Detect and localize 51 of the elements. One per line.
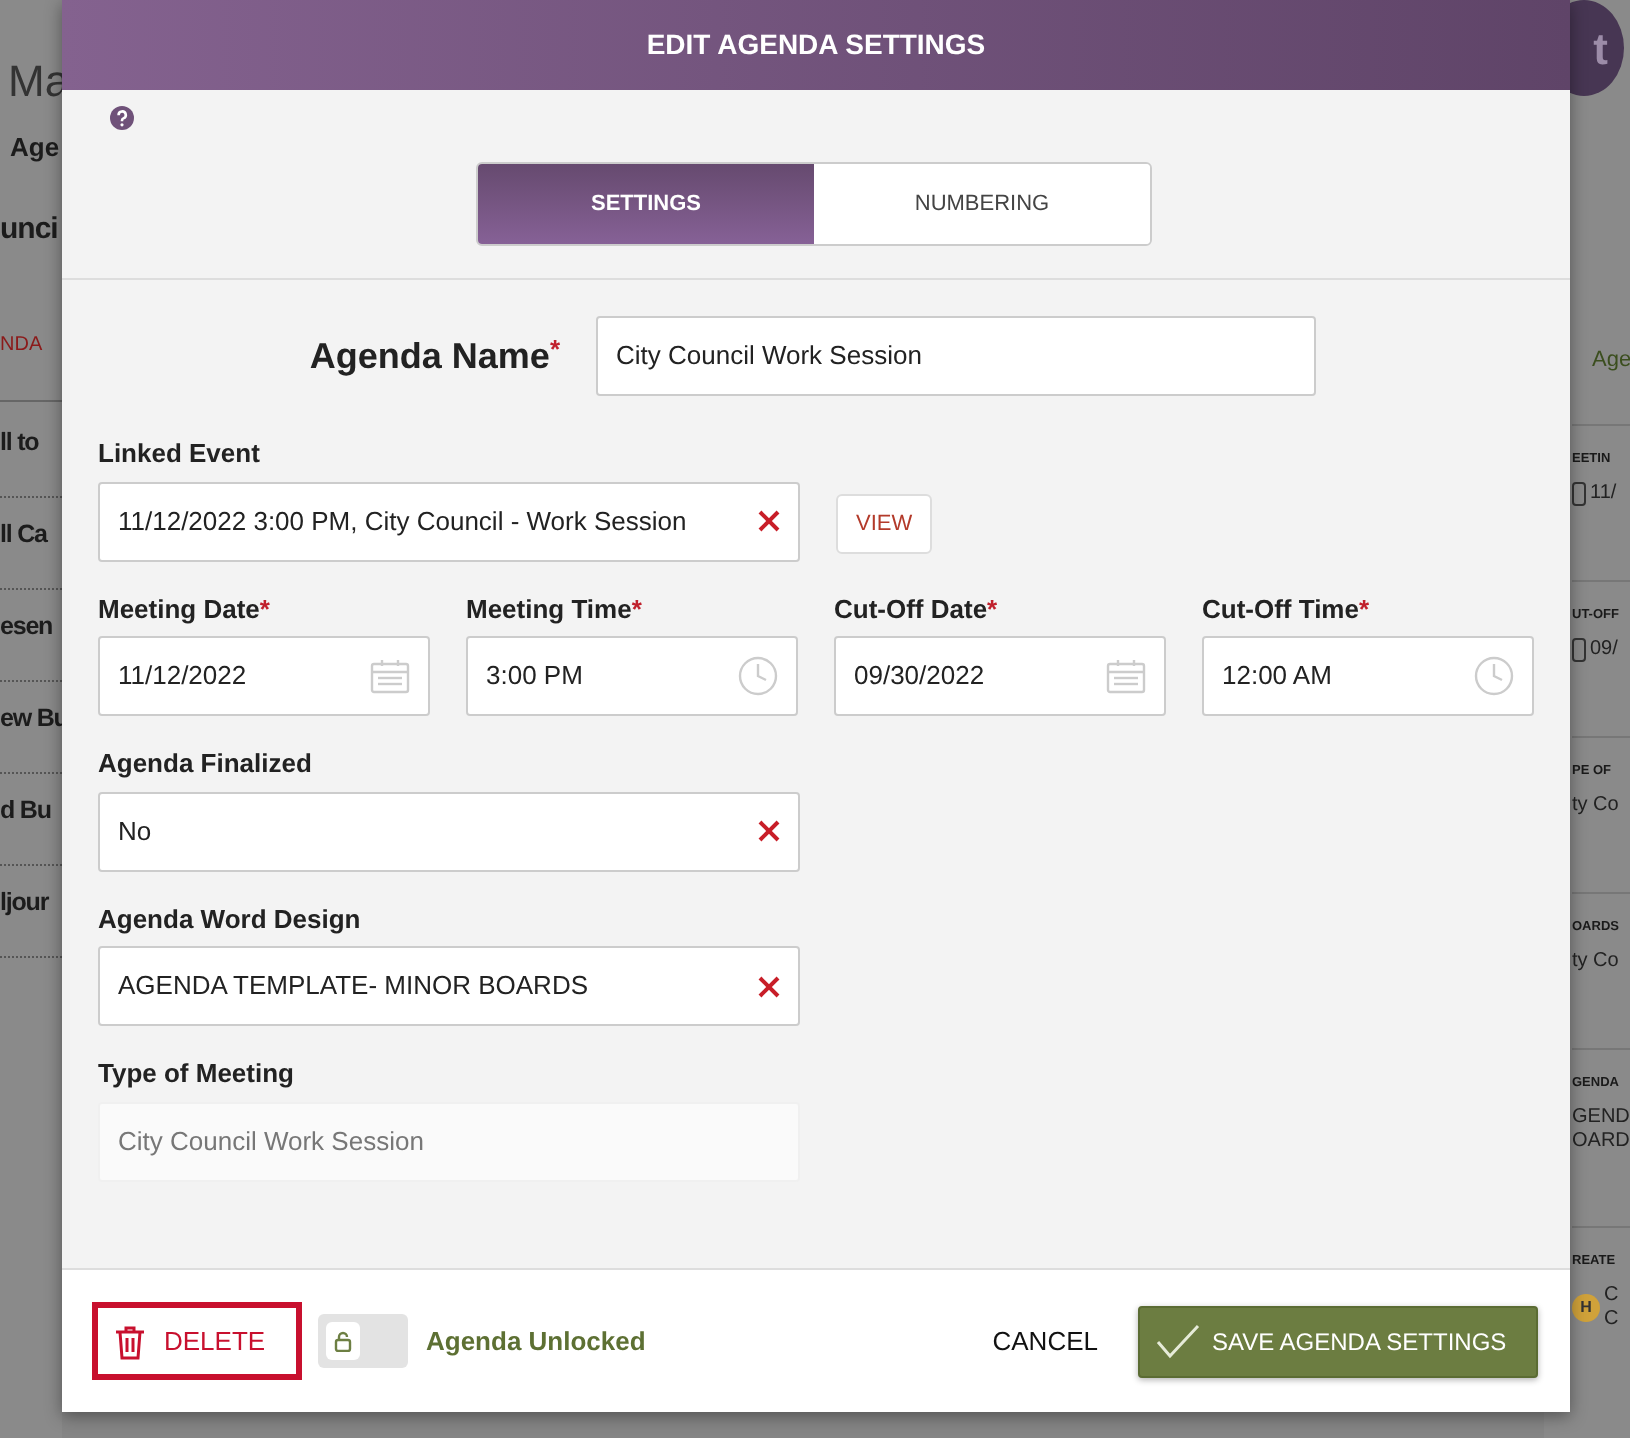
field-label: Meeting Date*: [98, 591, 272, 628]
help-icon: [110, 106, 134, 130]
section-value: ty Co: [1572, 949, 1619, 974]
select-field[interactable]: No: [98, 791, 800, 871]
input-field[interactable]: City Council Work Session: [596, 316, 1316, 396]
background-text: ll to: [0, 426, 39, 460]
lock-status-label: Agenda Unlocked: [426, 1323, 646, 1360]
input-field[interactable]: 3:00 PM: [466, 636, 798, 716]
field-label: Agenda Name*: [307, 331, 562, 380]
section-value: 11/: [1590, 481, 1617, 506]
dialog-title: EDIT AGENDA SETTINGS: [62, 0, 1570, 90]
input-field[interactable]: 11/12/2022: [98, 636, 430, 716]
background-text: esen: [0, 610, 53, 644]
padlock-icon: [334, 1330, 352, 1352]
tab[interactable]: NUMBERING: [814, 164, 1150, 244]
input-field[interactable]: 12:00 AM: [1202, 636, 1534, 716]
trash-icon: [114, 1323, 146, 1359]
select-field[interactable]: AGENDA TEMPLATE- MINOR BOARDS: [98, 946, 800, 1026]
field-label: Agenda Word Design: [98, 901, 363, 938]
background-text: NDA: [0, 332, 43, 360]
field-label: Meeting Time*: [466, 591, 644, 628]
field-label: Cut-Off Time*: [1202, 591, 1372, 627]
field-label: Cut-Off Date*: [834, 591, 1000, 627]
input-field[interactable]: City Council Work Session: [98, 1101, 800, 1181]
background-text: ljour: [0, 886, 49, 920]
field-label: Linked Event: [98, 436, 262, 472]
clock-icon: [738, 656, 778, 696]
background-text: unci: [0, 210, 58, 250]
clear-icon: [758, 820, 780, 842]
section-value: 09/: [1590, 637, 1618, 662]
input-field[interactable]: 09/30/2022: [834, 636, 1166, 716]
background-text: ll Ca: [0, 518, 47, 552]
clear-icon: [758, 510, 780, 532]
clear-icon: [758, 975, 780, 997]
section-value: C C: [1604, 1283, 1619, 1332]
select-field[interactable]: 11/12/2022 3:00 PM, City Council - Work Session: [98, 481, 800, 561]
save-button[interactable]: SAVE AGENDA SETTINGS: [1138, 1305, 1538, 1377]
background-text: d Bu: [0, 794, 51, 828]
clock-icon: [1474, 656, 1514, 696]
section-value: GEND OARD: [1572, 1105, 1630, 1154]
section-value: ty Co: [1572, 793, 1619, 818]
background-text: Age: [10, 130, 60, 166]
avatar: H: [1572, 1293, 1600, 1322]
checkmark-icon: [1156, 1323, 1200, 1359]
delete-button[interactable]: DELETE: [92, 1302, 302, 1380]
cancel-button[interactable]: CANCEL: [980, 1319, 1110, 1363]
field-label: Agenda Finalized: [98, 746, 314, 782]
lock-toggle[interactable]: [318, 1314, 408, 1368]
field-label: Type of Meeting: [98, 1056, 296, 1092]
tab[interactable]: SETTINGS: [478, 164, 814, 244]
view-button[interactable]: VIEW: [836, 493, 933, 554]
